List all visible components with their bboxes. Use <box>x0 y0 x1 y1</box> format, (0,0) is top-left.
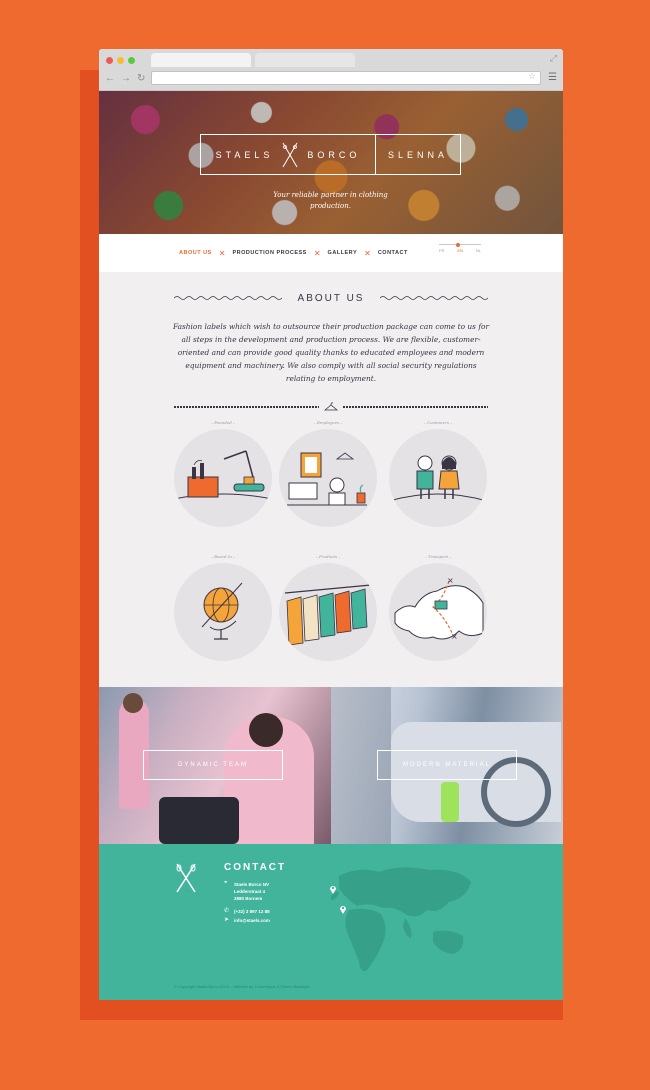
feature-caption: – Customers – <box>423 420 453 425</box>
feature-founded: – Founded – <box>174 420 272 527</box>
map-pin-icon <box>330 886 336 894</box>
contact-company: Staels Borco NV <box>234 882 270 887</box>
feature-employees: – Employees – <box>279 420 377 527</box>
rope-divider <box>174 402 488 411</box>
world-map <box>331 867 471 971</box>
contact-title: CONTACT <box>224 862 287 873</box>
crossed-needles-icon <box>176 863 196 893</box>
feature-caption: – Employees – <box>313 420 343 425</box>
contact-email[interactable]: info@staels.com <box>234 918 270 923</box>
globe-icon <box>201 582 243 640</box>
send-icon: ➤ <box>224 917 230 923</box>
about-title: ABOUT US <box>297 292 365 304</box>
contact-city: 2880 Bornem <box>234 896 263 901</box>
map-pin-icon <box>340 906 346 914</box>
customers-icon <box>389 455 487 502</box>
svg-text:×: × <box>447 576 454 585</box>
feature-based-in: – Based In – <box>174 554 272 661</box>
wavy-line-left <box>174 296 282 300</box>
svg-text:×: × <box>451 632 458 641</box>
feature-products: – Products – <box>279 554 377 661</box>
feature-caption: – Products – <box>315 554 341 559</box>
map-route-icon: × × <box>394 576 484 641</box>
feature-customers: – Customers – <box>389 420 487 527</box>
phone-icon: ✆ <box>224 908 230 914</box>
location-pin-icon: ⌖ <box>224 880 228 886</box>
about-heading-row: ABOUT US <box>174 292 488 304</box>
contact-section: CONTACT ⌖ Staels Borco NV Ledderstraat 4… <box>99 844 563 1000</box>
photo-strip: DYNAMIC TEAM MODERN MATERIAL <box>99 687 563 844</box>
feature-transport: – Transport – × × <box>389 554 487 661</box>
dynamic-team-button[interactable]: DYNAMIC TEAM <box>143 750 283 780</box>
modern-material-button[interactable]: MODERN MATERIAL <box>377 750 517 780</box>
contact-phone[interactable]: (+32) 3 897 12 88 <box>234 909 270 914</box>
factory-icon <box>174 450 272 500</box>
photo-modern-material[interactable]: MODERN MATERIAL <box>331 687 563 844</box>
feature-caption: – Founded – <box>210 420 236 425</box>
office-icon <box>287 452 367 506</box>
about-paragraph: Fashion labels which wish to outsource t… <box>172 322 490 383</box>
wavy-line-right <box>380 296 488 300</box>
footer-copyright: © Copyright Staels Borco 2013 – Website … <box>174 984 310 989</box>
feature-caption: – Based In – <box>210 554 236 559</box>
feature-caption: – Transport – <box>424 554 452 559</box>
photo-dynamic-team[interactable]: DYNAMIC TEAM <box>99 687 331 844</box>
clothes-rack-icon <box>284 584 372 646</box>
contact-street: Ledderstraat 4 <box>234 889 266 894</box>
